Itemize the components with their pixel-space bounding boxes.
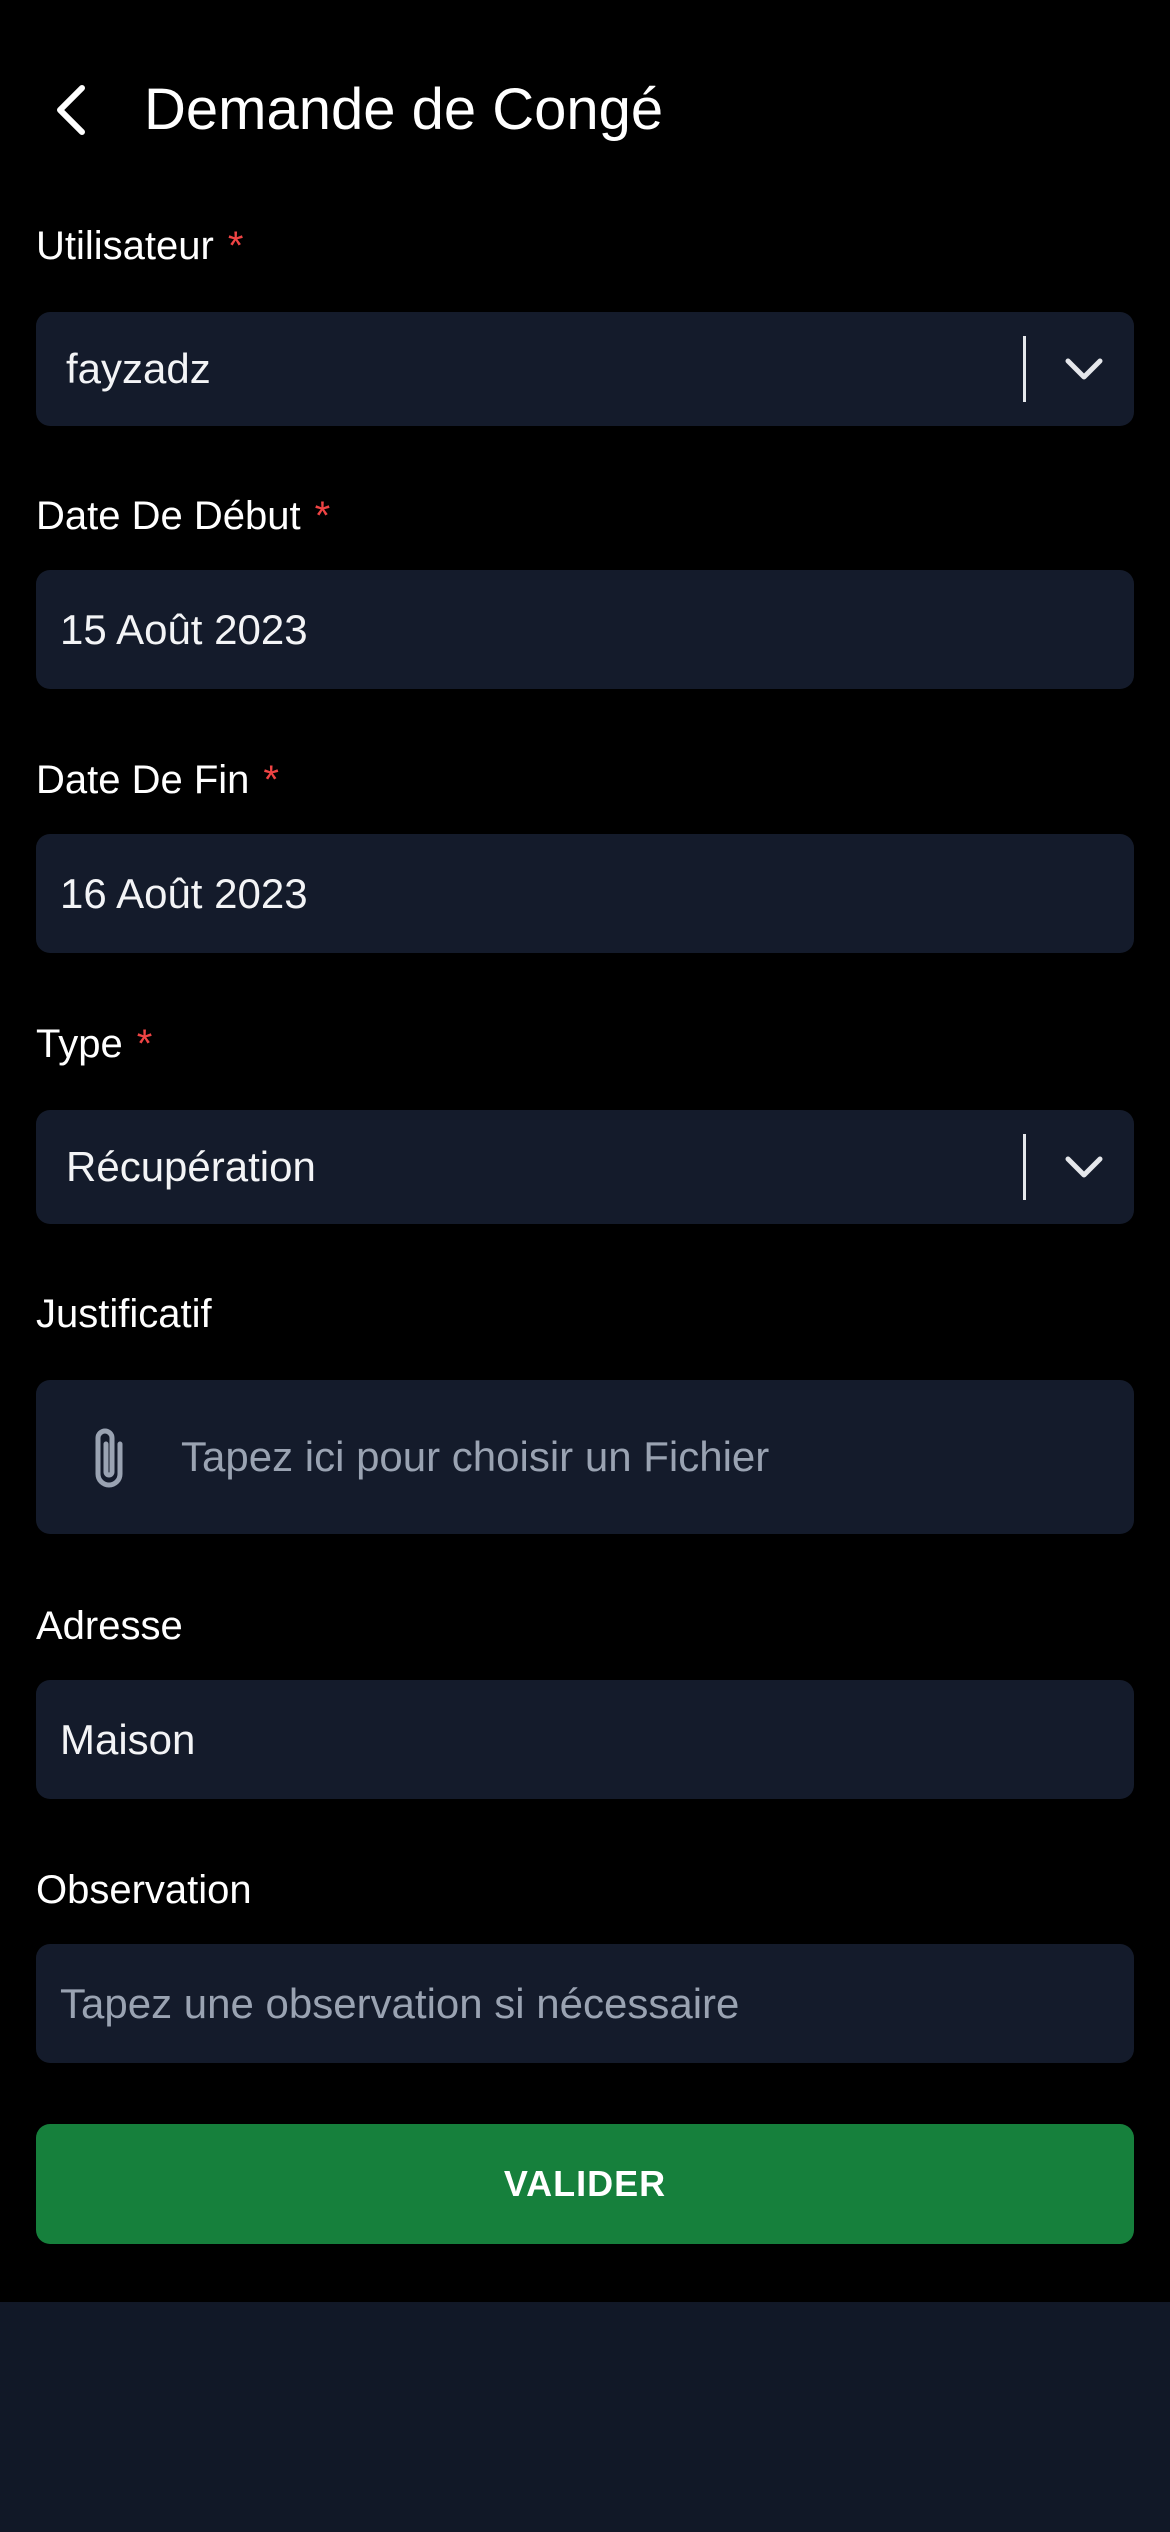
- back-button[interactable]: [36, 70, 108, 150]
- justificatif-label-text: Justificatif: [36, 1292, 212, 1336]
- date-fin-label: Date De Fin *: [36, 752, 279, 808]
- date-fin-value: 16 Août 2023: [60, 869, 308, 917]
- date-fin-field[interactable]: 16 Août 2023: [36, 834, 1134, 953]
- utilisateur-label: Utilisateur *: [36, 218, 243, 274]
- type-label: Type *: [36, 1016, 152, 1072]
- select-separator: [1023, 336, 1026, 402]
- justificatif-label: Justificatif: [36, 1286, 212, 1342]
- observation-field[interactable]: Tapez une observation si nécessaire: [36, 1944, 1134, 2063]
- adresse-field[interactable]: Maison: [36, 1680, 1134, 1799]
- utilisateur-value: fayzadz: [66, 345, 211, 392]
- chevron-left-icon: [57, 85, 85, 135]
- required-marker: *: [263, 758, 279, 802]
- page-title: Demande de Congé: [144, 77, 664, 142]
- adresse-label-text: Adresse: [36, 1604, 183, 1648]
- date-debut-label: Date De Début *: [36, 488, 330, 544]
- adresse-value: Maison: [60, 1715, 196, 1763]
- required-marker: *: [314, 494, 331, 538]
- type-label-text: Type: [36, 1022, 123, 1066]
- form-container: Demande de Congé Utilisateur * fayzadz Da…: [0, 0, 1170, 2302]
- paperclip-icon: [86, 1424, 132, 1497]
- utilisateur-label-text: Utilisateur: [36, 224, 214, 268]
- valider-button[interactable]: VALIDER: [36, 2124, 1134, 2244]
- select-separator: [1023, 1134, 1026, 1200]
- date-debut-label-text: Date De Début: [36, 494, 301, 538]
- date-debut-value: 15 Août 2023: [60, 605, 308, 653]
- observation-label-text: Observation: [36, 1868, 252, 1912]
- file-picker-placeholder: Tapez ici pour choisir un Fichier: [181, 1433, 770, 1480]
- required-marker: *: [136, 1022, 153, 1066]
- observation-placeholder: Tapez une observation si nécessaire: [60, 1979, 740, 2027]
- chevron-down-icon[interactable]: [1064, 1110, 1104, 1224]
- required-marker: *: [227, 224, 244, 268]
- file-picker[interactable]: Tapez ici pour choisir un Fichier: [36, 1380, 1134, 1534]
- date-fin-label-text: Date De Fin: [36, 758, 250, 802]
- type-value: Récupération: [66, 1143, 316, 1190]
- utilisateur-select[interactable]: fayzadz: [36, 312, 1134, 426]
- chevron-down-icon[interactable]: [1064, 312, 1104, 426]
- date-debut-field[interactable]: 15 Août 2023: [36, 570, 1134, 689]
- observation-label: Observation: [36, 1862, 252, 1918]
- adresse-label: Adresse: [36, 1598, 183, 1654]
- type-select[interactable]: Récupération: [36, 1110, 1134, 1224]
- leave-request-screen: Demande de Congé Utilisateur * fayzadz Da…: [0, 0, 1170, 2532]
